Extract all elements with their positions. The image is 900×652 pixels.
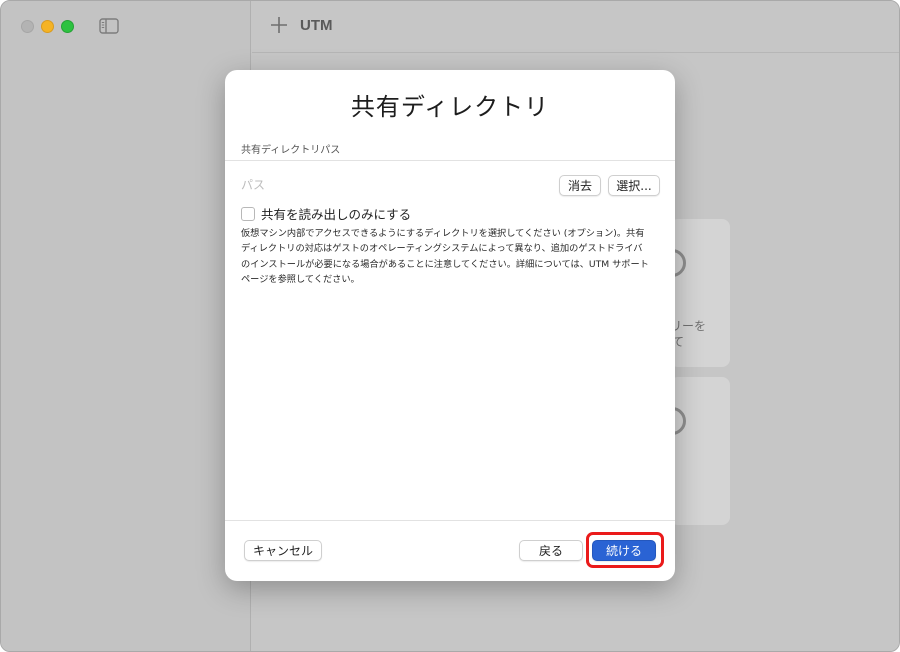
description-text: 仮想マシン内部でアクセスできるようにするディレクトリを選択してください (オプシ… bbox=[241, 226, 661, 287]
sidebar bbox=[1, 1, 251, 651]
divider bbox=[225, 520, 675, 521]
background-card: 、 bbox=[658, 377, 730, 525]
back-button[interactable]: 戻る bbox=[519, 540, 583, 561]
shared-directory-dialog: 共有ディレクトリ 共有ディレクトリパス 消去 選択... 共有を読み出しのみにす… bbox=[225, 70, 675, 581]
readonly-checkbox-row[interactable]: 共有を読み出しのみにする bbox=[241, 204, 411, 223]
app-title: UTM bbox=[300, 17, 333, 34]
sidebar-toggle-icon[interactable] bbox=[99, 18, 119, 34]
description-line: ディレクトリの対応はゲストのオペレーティングシステムによって異なり、追加のゲスト… bbox=[241, 243, 643, 255]
dialog-title: 共有ディレクトリ bbox=[350, 93, 550, 121]
zoom-window-button[interactable] bbox=[61, 20, 74, 33]
background-card: リーを て bbox=[658, 219, 730, 367]
description-line: ページを参照してください。 bbox=[241, 273, 360, 285]
close-window-button[interactable] bbox=[21, 20, 34, 33]
cancel-button[interactable]: キャンセル bbox=[244, 540, 322, 561]
section-label: 共有ディレクトリパス bbox=[241, 145, 341, 156]
readonly-checkbox-label[interactable]: 共有を読み出しのみにする bbox=[261, 204, 411, 223]
clear-button[interactable]: 消去 bbox=[559, 175, 601, 196]
description-line: のインストールが必要になる場合があることに注意してください。詳細については、UT… bbox=[241, 258, 649, 270]
readonly-checkbox[interactable] bbox=[241, 206, 255, 221]
toolbar: UTM bbox=[252, 1, 899, 53]
plus-icon[interactable] bbox=[268, 14, 290, 36]
path-input[interactable] bbox=[241, 176, 541, 194]
continue-button-highlight bbox=[586, 532, 664, 568]
description-line: 仮想マシン内部でアクセスできるようにするディレクトリを選択してください (オプシ… bbox=[241, 228, 645, 239]
divider bbox=[225, 160, 675, 161]
select-button[interactable]: 選択... bbox=[608, 175, 660, 196]
background-text: リーを bbox=[670, 319, 707, 333]
minimize-window-button[interactable] bbox=[41, 20, 54, 33]
